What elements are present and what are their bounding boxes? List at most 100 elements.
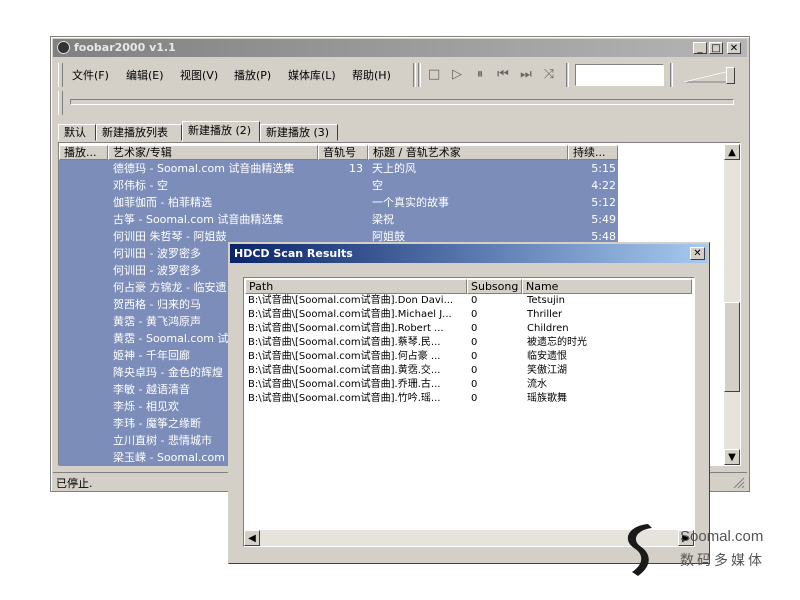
playlist-tab[interactable]: 默认 — [58, 124, 96, 141]
title-cell: 天上的风 — [372, 162, 416, 175]
artist-album-cell: 黄霑 - 黄飞鸿原声 — [113, 315, 201, 328]
name-cell: 笑傲江湖 — [527, 365, 567, 376]
toolbar-separator — [670, 63, 673, 87]
name-cell: 流水 — [527, 379, 547, 390]
menu-item[interactable]: 帮助(H) — [352, 68, 391, 84]
scroll-left-button[interactable]: ◀ — [244, 530, 260, 546]
artist-album-cell: 邓伟标 - 空 — [113, 179, 168, 192]
name-cell: 被遗忘的时光 — [527, 337, 587, 348]
playlist-column-header[interactable]: 标题 / 音轨艺术家 — [368, 145, 568, 160]
results-column-header[interactable]: Name — [522, 279, 692, 294]
artist-album-cell: 贺西格 - 归来的马 — [113, 298, 201, 311]
path-cell: B:\试音曲\[Soomal.com试音曲].竹吟.瑶... — [248, 393, 441, 404]
playlist-scrollbar[interactable]: ▲ ▼ — [724, 144, 740, 465]
stop-icon[interactable]: □ — [428, 68, 440, 81]
artist-album-cell: 姬神 - 千年回廊 — [113, 349, 190, 362]
dialog-title-bar[interactable]: HDCD Scan Results ✕ — [230, 244, 708, 263]
artist-album-cell: 黄霑 - Soomal.com 试音 — [113, 332, 240, 345]
title-cell: 梁祝 — [372, 213, 394, 226]
name-cell: 临安遗恨 — [527, 351, 567, 362]
dialog-title: HDCD Scan Results — [234, 247, 353, 260]
results-row[interactable]: B:\试音曲\[Soomal.com试音曲].乔珊.古... 0 流水 — [245, 378, 693, 392]
path-cell: B:\试音曲\[Soomal.com试音曲].蔡琴.民... — [248, 337, 441, 348]
search-input[interactable] — [575, 64, 664, 86]
playlist-column-header[interactable]: 持续... — [568, 145, 618, 160]
playlist-row[interactable]: 德德玛 - Soomal.com 试音曲精选集 13 天上的风 5:15 — [59, 160, 618, 177]
artist-album-cell: 何训田 - 波罗密多 — [113, 264, 201, 277]
status-text: 已停止. — [56, 477, 93, 490]
artist-album-cell: 李敏 - 越语清音 — [113, 383, 190, 396]
scroll-up-button[interactable]: ▲ — [724, 144, 740, 160]
volume-thumb[interactable] — [726, 67, 735, 84]
watermark-site: Soomal.com — [680, 528, 764, 545]
main-title-bar[interactable]: foobar2000 v1.1 _ □ ✕ — [53, 39, 747, 57]
subsong-cell: 0 — [471, 351, 478, 362]
playlist-column-header[interactable]: 播放... — [59, 145, 108, 160]
results-column-header[interactable]: Subsong — [467, 279, 522, 294]
random-icon[interactable]: ⤨ — [543, 68, 555, 81]
menu-item[interactable]: 编辑(E) — [126, 68, 164, 84]
title-cell: 一个真实的故事 — [372, 196, 449, 209]
artist-album-cell: 伽菲伽而 - 柏菲精选 — [113, 196, 212, 209]
results-row[interactable]: B:\试音曲\[Soomal.com试音曲].Don Davi... 0 Tetsu… — [245, 294, 693, 308]
close-button[interactable]: ✕ — [727, 42, 741, 54]
playlist-tab[interactable]: 新建播放 (2) — [182, 121, 260, 142]
artist-album-cell: 何占豪 方锦龙 - 临安遗 — [113, 281, 227, 294]
artist-album-cell: 立川直树 - 悲情城市 — [113, 434, 212, 447]
menu-item[interactable]: 媒体库(L) — [288, 68, 336, 84]
duration-cell: 5:49 — [591, 213, 616, 226]
soomal-logo-icon — [627, 524, 652, 576]
menu-item[interactable]: 播放(P) — [234, 68, 271, 84]
artist-album-cell: 降央卓玛 - 金色的辉煌 — [113, 366, 223, 379]
name-cell: 瑶族歌舞 — [527, 393, 567, 404]
path-cell: B:\试音曲\[Soomal.com试音曲].乔珊.古... — [248, 379, 441, 390]
artist-album-cell: 梁玉嵘 - Soomal.com 试 — [113, 451, 240, 464]
title-cell: 空 — [372, 179, 383, 192]
toolbar-separator — [413, 63, 416, 87]
previous-icon[interactable]: ⏮ — [497, 68, 509, 81]
pause-icon[interactable]: ⏸ — [474, 68, 486, 81]
subsong-cell: 0 — [471, 295, 478, 306]
duration-cell: 5:12 — [591, 196, 616, 209]
toolbar-separator — [418, 63, 421, 87]
menu-item[interactable]: 视图(V) — [180, 68, 218, 84]
playlist-row[interactable]: 邓伟标 - 空 空 4:22 — [59, 177, 618, 194]
results-row[interactable]: B:\试音曲\[Soomal.com试音曲].竹吟.瑶... 0 瑶族歌舞 — [245, 392, 693, 406]
menubar-grip — [58, 63, 63, 87]
playlist-row[interactable]: 伽菲伽而 - 柏菲精选 一个真实的故事 5:12 — [59, 194, 618, 211]
minimize-button[interactable]: _ — [693, 42, 707, 54]
resize-grip-icon[interactable] — [733, 477, 745, 489]
results-row[interactable]: B:\试音曲\[Soomal.com试音曲].蔡琴.民... 0 被遗忘的时光 — [245, 336, 693, 350]
playlist-column-header[interactable]: 艺术家/专辑 — [108, 145, 318, 160]
results-row[interactable]: B:\试音曲\[Soomal.com试音曲].何占豪 ... 0 临安遗恨 — [245, 350, 693, 364]
results-row[interactable]: B:\试音曲\[Soomal.com试音曲].Robert ... 0 Childr… — [245, 322, 693, 336]
next-icon[interactable]: ⏭ — [520, 68, 532, 81]
subsong-cell: 0 — [471, 337, 478, 348]
path-cell: B:\试音曲\[Soomal.com试音曲].何占豪 ... — [248, 351, 441, 362]
results-row[interactable]: B:\试音曲\[Soomal.com试音曲].Michael J... 0 Thri… — [245, 308, 693, 322]
artist-album-cell: 德德玛 - Soomal.com 试音曲精选集 — [113, 162, 295, 175]
artist-album-cell: 李玮 - 魔筝之缘断 — [113, 417, 201, 430]
playlist-column-header[interactable]: 音轨号 — [318, 145, 368, 160]
path-cell: B:\试音曲\[Soomal.com试音曲].Don Davi... — [248, 295, 454, 306]
playlist-tab[interactable]: 新建播放 (3) — [260, 124, 338, 141]
playlist-tab[interactable]: 新建播放列表 — [96, 124, 182, 141]
maximize-button[interactable]: □ — [709, 42, 723, 54]
name-cell: Tetsujin — [527, 295, 565, 306]
track-number-cell: 13 — [349, 162, 363, 175]
volume-slider[interactable] — [682, 64, 738, 86]
artist-album-cell: 何训田 朱哲琴 - 阿姐鼓 — [113, 230, 227, 243]
menu-item[interactable]: 文件(F) — [72, 68, 109, 84]
scroll-thumb[interactable] — [724, 302, 740, 392]
playlist-row[interactable]: 古筝 - Soomal.com 试音曲精选集 梁祝 5:49 — [59, 211, 618, 228]
results-row[interactable]: B:\试音曲\[Soomal.com试音曲].黄霑.交... 0 笑傲江湖 — [245, 364, 693, 378]
results-column-header[interactable]: Path — [245, 279, 467, 294]
subsong-cell: 0 — [471, 365, 478, 376]
subsong-cell: 0 — [471, 393, 478, 404]
seekbar[interactable] — [70, 99, 734, 105]
subsong-cell: 0 — [471, 309, 478, 320]
dialog-close-button[interactable]: ✕ — [690, 247, 705, 260]
play-icon[interactable]: ▷ — [451, 68, 463, 81]
scroll-down-button[interactable]: ▼ — [724, 449, 740, 465]
seekbar-grip — [58, 91, 63, 115]
